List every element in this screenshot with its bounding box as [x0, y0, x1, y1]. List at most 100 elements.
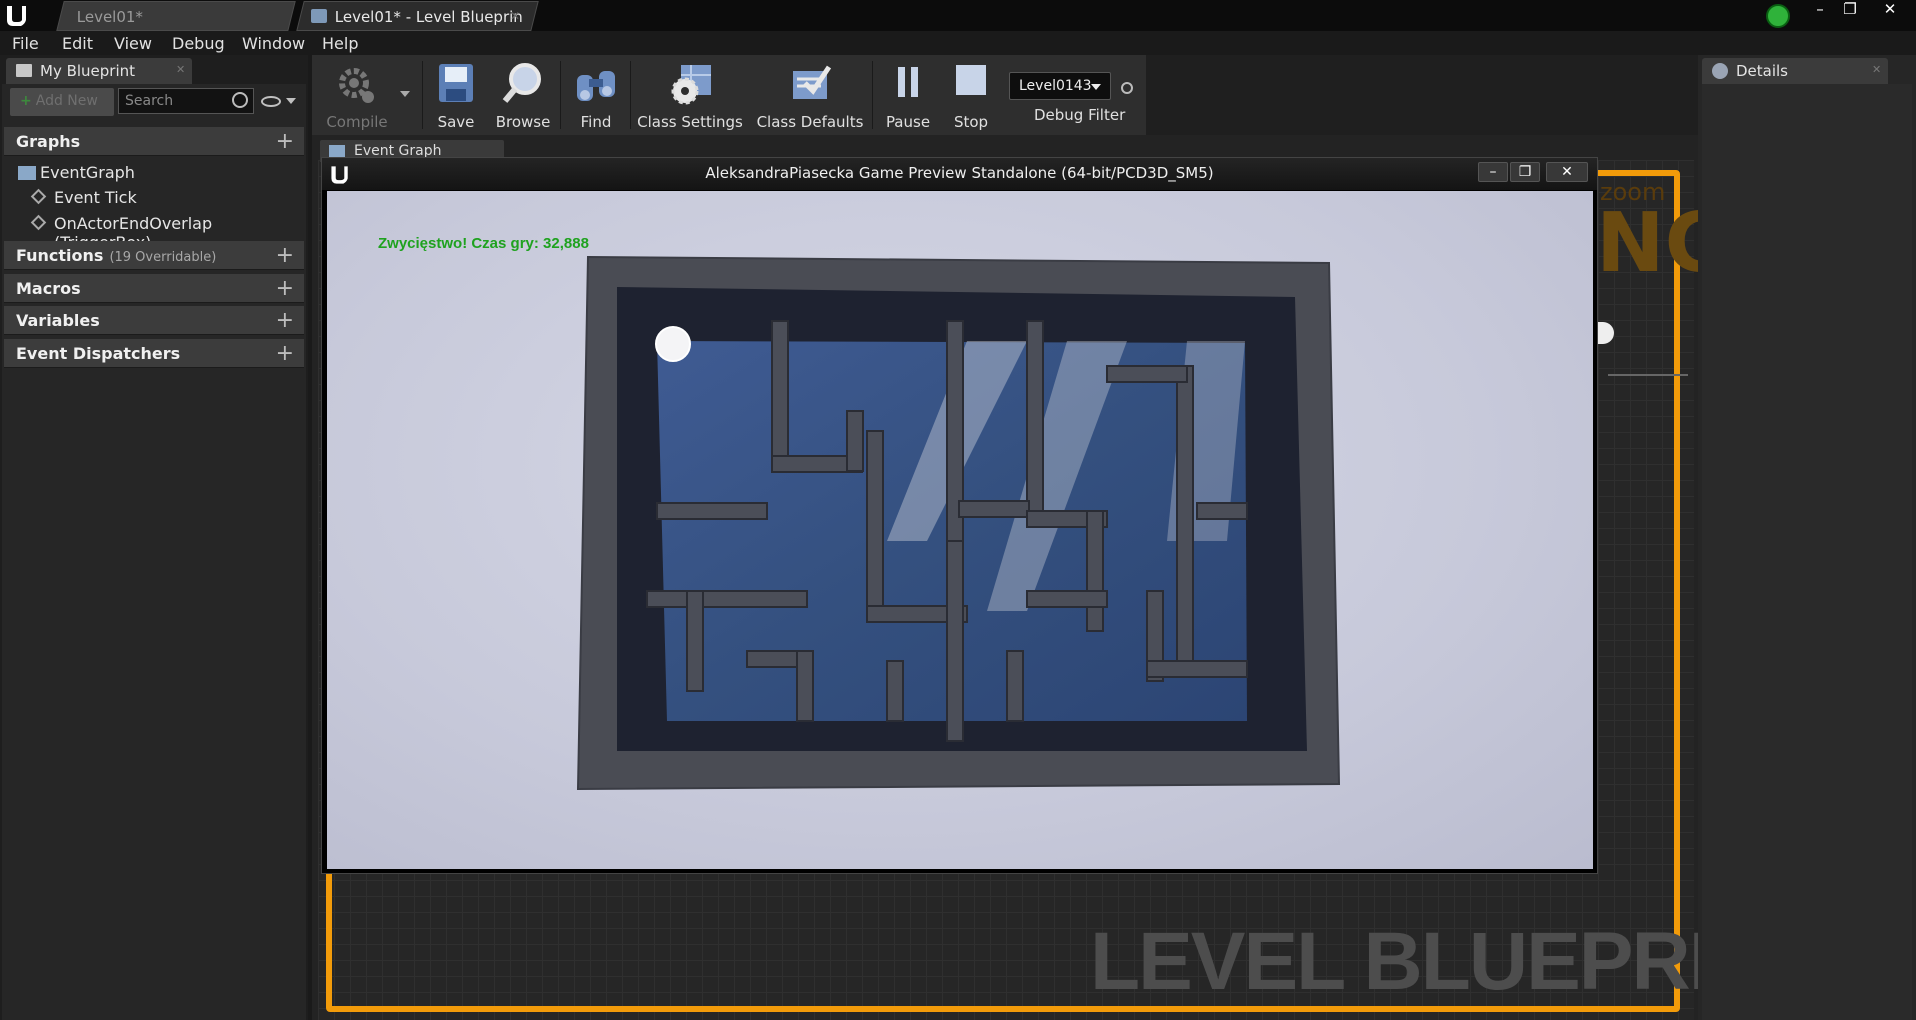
- tree-item-eventgraph-label: EventGraph: [40, 163, 135, 182]
- win-message: Zwycięstwo! Czas gry: 32,888: [378, 235, 589, 252]
- close-tab-icon[interactable]: ✕: [176, 63, 185, 76]
- details-tab[interactable]: Details ✕: [1702, 58, 1888, 84]
- game-window-title: AleksandraPiasecka Game Preview Standalo…: [705, 164, 1214, 182]
- game-preview-window: AleksandraPiasecka Game Preview Standalo…: [321, 157, 1598, 874]
- details-tab-label: Details: [1736, 62, 1789, 80]
- restore-button[interactable]: ❐: [1836, 0, 1864, 20]
- event-node-icon: [30, 188, 47, 205]
- graph-icon: [329, 145, 345, 157]
- add-new-button[interactable]: + Add New: [10, 88, 114, 116]
- pause-icon: [898, 67, 918, 97]
- tab-level01-label: Level01*: [76, 8, 143, 26]
- menu-file[interactable]: File: [12, 34, 39, 53]
- tree-item-event-tick-label: Event Tick: [54, 188, 137, 207]
- section-macros[interactable]: Macros +: [4, 274, 304, 303]
- find-label: Find: [580, 113, 612, 131]
- compile-button[interactable]: Compile: [312, 55, 402, 135]
- class-defaults-label: Class Defaults: [756, 113, 864, 131]
- menu-view[interactable]: View: [114, 34, 152, 53]
- debug-filter-label: Debug Filter: [1034, 106, 1126, 124]
- add-new-label: Add New: [35, 93, 98, 109]
- graph-wire: [1608, 374, 1688, 376]
- section-graphs-label: Graphs: [16, 132, 81, 151]
- book-icon: [16, 64, 32, 77]
- unreal-logo-icon[interactable]: [3, 2, 31, 30]
- browse-label: Browse: [495, 113, 551, 131]
- binoculars-icon: [577, 71, 615, 101]
- info-icon: [1712, 63, 1728, 79]
- search-icon[interactable]: [1121, 82, 1133, 94]
- class-settings-button[interactable]: Class Settings: [634, 55, 746, 135]
- my-blueprint-tab[interactable]: My Blueprint ✕: [6, 58, 192, 84]
- add-function-icon[interactable]: +: [276, 243, 294, 268]
- pause-button[interactable]: Pause: [876, 55, 940, 135]
- event-node-icon: [30, 214, 47, 231]
- toolbar-divider: [422, 61, 423, 129]
- section-graphs[interactable]: Graphs +: [4, 127, 304, 156]
- save-button[interactable]: Save: [426, 55, 486, 135]
- game-restore-button[interactable]: ❐: [1510, 162, 1540, 182]
- functions-label: Functions: [16, 246, 104, 265]
- chevron-down-icon[interactable]: [286, 98, 296, 104]
- menu-debug[interactable]: Debug: [172, 34, 225, 53]
- tab-level-blueprint-label: Level01* - Level Blueprin: [334, 8, 523, 26]
- section-event-dispatchers[interactable]: Event Dispatchers +: [4, 339, 304, 368]
- stop-button[interactable]: Stop: [940, 55, 1002, 135]
- stop-label: Stop: [953, 113, 989, 131]
- plus-icon: +: [20, 93, 32, 109]
- minimize-button[interactable]: –: [1806, 0, 1834, 20]
- my-blueprint-body: + Add New Search Graphs + EventGraph Even…: [2, 84, 306, 1020]
- toolbar-divider: [560, 61, 561, 129]
- section-macros-label: Macros: [16, 279, 81, 298]
- tree-item-eventgraph[interactable]: EventGraph: [40, 163, 135, 182]
- search-icon[interactable]: [232, 92, 248, 108]
- menu-window[interactable]: Window: [242, 34, 305, 53]
- maze-board: [576, 255, 1341, 791]
- chevron-down-icon[interactable]: [400, 91, 410, 97]
- stop-icon: [956, 65, 986, 95]
- section-variables-label: Variables: [16, 311, 100, 330]
- section-functions[interactable]: Functions (19 Overridable) +: [4, 241, 304, 270]
- add-dispatcher-icon[interactable]: +: [276, 341, 294, 366]
- graph-icon: [18, 166, 36, 180]
- functions-overridable-count: (19 Overridable): [109, 250, 217, 265]
- class-defaults-icon: [793, 65, 832, 99]
- tab-level01[interactable]: Level01*: [56, 1, 296, 31]
- my-blueprint-tab-label: My Blueprint: [40, 62, 136, 80]
- game-close-button[interactable]: ✕: [1546, 162, 1588, 182]
- magnifier-icon: [502, 63, 541, 103]
- class-settings-label: Class Settings: [637, 113, 743, 131]
- close-button[interactable]: ✕: [1876, 0, 1904, 20]
- add-graph-icon[interactable]: +: [276, 129, 294, 154]
- toolbar-divider: [872, 61, 873, 129]
- close-tab-icon[interactable]: ✕: [1872, 63, 1881, 76]
- class-settings-icon: [671, 65, 711, 105]
- compile-label: Compile: [326, 113, 388, 131]
- eye-icon[interactable]: [261, 96, 281, 107]
- menu-edit[interactable]: Edit: [62, 34, 93, 53]
- game-viewport[interactable]: Zwycięstwo! Czas gry: 32,888: [327, 191, 1593, 869]
- details-panel: Details ✕: [1698, 55, 1916, 1020]
- player-ball: [655, 326, 691, 362]
- blueprint-doc-icon: [311, 9, 327, 23]
- editor-title-bar: Level01* Level01* - Level Blueprin ✕ – ❐…: [0, 0, 1916, 31]
- class-defaults-button[interactable]: Class Defaults: [750, 55, 870, 135]
- pause-label: Pause: [885, 113, 931, 131]
- tab-level-blueprint[interactable]: Level01* - Level Blueprin ✕: [296, 1, 539, 31]
- close-tab-icon[interactable]: ✕: [510, 9, 520, 23]
- toolbar-empty-area: [1146, 55, 1698, 135]
- tree-item-event-tick[interactable]: Event Tick: [54, 188, 137, 207]
- find-button[interactable]: Find: [564, 55, 628, 135]
- menu-bar: File Edit View Debug Window Help: [0, 31, 1916, 55]
- details-body: [1702, 84, 1912, 1020]
- section-variables[interactable]: Variables +: [4, 306, 304, 335]
- add-macro-icon[interactable]: +: [276, 276, 294, 301]
- game-minimize-button[interactable]: –: [1478, 162, 1508, 182]
- add-variable-icon[interactable]: +: [276, 308, 294, 333]
- debug-object-select[interactable]: Level0143: [1009, 72, 1111, 100]
- menu-help[interactable]: Help: [322, 34, 358, 53]
- source-control-icon[interactable]: [1766, 4, 1790, 28]
- game-window-title-bar[interactable]: AleksandraPiasecka Game Preview Standalo…: [322, 158, 1597, 190]
- save-icon: [439, 64, 473, 102]
- browse-button[interactable]: Browse: [488, 55, 558, 135]
